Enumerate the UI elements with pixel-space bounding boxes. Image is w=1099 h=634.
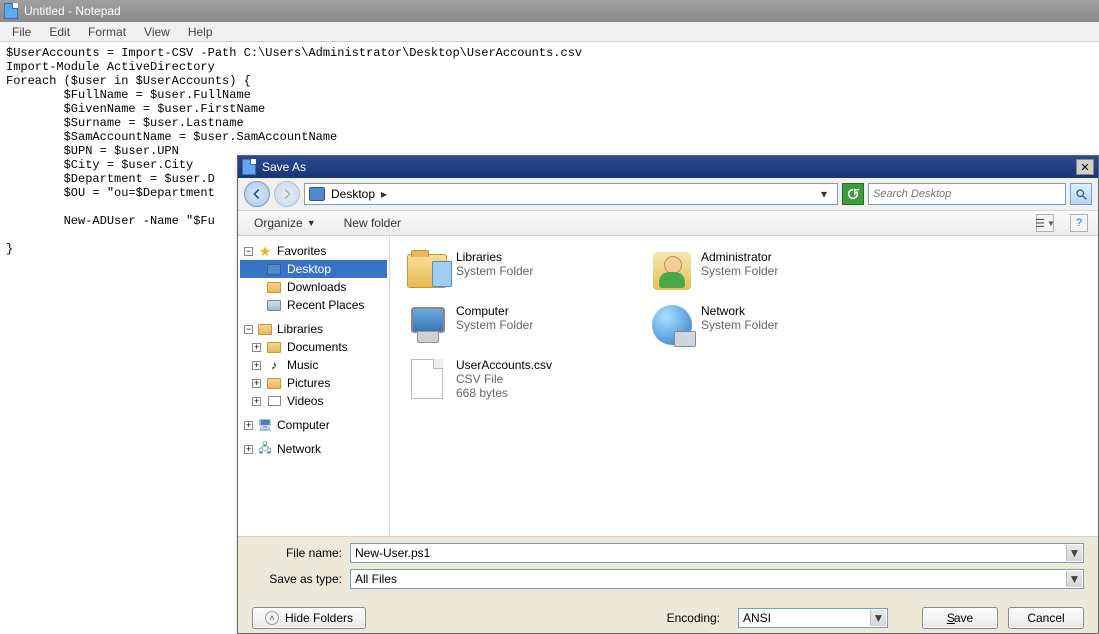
chevron-right-icon[interactable]: ▸ <box>381 187 393 201</box>
hide-folders-button[interactable]: ˄ Hide Folders <box>252 607 366 629</box>
list-item[interactable]: LibrariesSystem Folder <box>402 244 647 298</box>
notepad-app-icon <box>4 3 18 19</box>
dialog-title: Save As <box>262 160 306 174</box>
computer-icon <box>406 304 448 346</box>
new-folder-button[interactable]: New folder <box>338 214 407 232</box>
forward-button[interactable] <box>274 181 300 207</box>
expand-icon[interactable]: + <box>252 343 261 352</box>
chevron-down-icon[interactable]: ▼ <box>1066 571 1082 587</box>
bottom-panel: File name: New-User.ps1 ▼ Save as type: … <box>238 536 1098 633</box>
documents-icon <box>266 340 282 354</box>
dialog-icon <box>242 159 256 175</box>
chevron-down-icon: ▼ <box>1047 219 1055 228</box>
network-icon <box>651 304 693 346</box>
toolbar: Organize▼ New folder ☰▼ ? <box>238 210 1098 236</box>
network-icon: 🖧 <box>257 442 273 456</box>
sidebar-computer-header[interactable]: + 🖥 Computer <box>240 416 387 434</box>
sidebar-item-videos[interactable]: +Videos <box>240 392 387 410</box>
expand-icon[interactable]: + <box>252 361 261 370</box>
expand-icon[interactable]: + <box>244 421 253 430</box>
folder-icon <box>266 280 282 294</box>
list-item[interactable]: UserAccounts.csvCSV File668 bytes <box>402 352 647 406</box>
chevron-down-icon[interactable]: ▼ <box>870 610 886 626</box>
help-button[interactable]: ? <box>1070 214 1088 232</box>
expand-icon[interactable]: + <box>252 397 261 406</box>
expand-icon[interactable]: + <box>244 445 253 454</box>
menu-edit[interactable]: Edit <box>41 23 78 41</box>
collapse-icon[interactable]: − <box>244 247 253 256</box>
refresh-button[interactable] <box>842 183 864 205</box>
encoding-field[interactable]: ANSI ▼ <box>738 608 888 628</box>
dialog-titlebar[interactable]: Save As ✕ <box>238 156 1098 178</box>
menu-file[interactable]: File <box>4 23 39 41</box>
search-input[interactable] <box>869 188 1065 200</box>
sidebar-item-documents[interactable]: +Documents <box>240 338 387 356</box>
notepad-titlebar[interactable]: Untitled - Notepad <box>0 0 1099 22</box>
list-item[interactable]: ComputerSystem Folder <box>402 298 647 352</box>
chevron-down-icon[interactable]: ▼ <box>1066 545 1082 561</box>
refresh-icon <box>846 187 860 201</box>
nav-row: Desktop ▸ ▾ <box>238 178 1098 210</box>
search-icon <box>1075 188 1088 201</box>
file-name-label: File name: <box>252 546 350 560</box>
save-button[interactable]: Save <box>922 607 998 629</box>
list-item[interactable]: NetworkSystem Folder <box>647 298 892 352</box>
notepad-title: Untitled - Notepad <box>24 4 121 18</box>
notepad-menubar: File Edit Format View Help <box>0 22 1099 42</box>
close-button[interactable]: ✕ <box>1076 159 1094 175</box>
chevron-down-icon: ▼ <box>307 218 316 228</box>
arrow-right-icon <box>280 187 294 201</box>
back-button[interactable] <box>244 181 270 207</box>
address-bar[interactable]: Desktop ▸ ▾ <box>304 183 838 205</box>
save-as-dialog: Save As ✕ Desktop ▸ ▾ Organize▼ <box>237 155 1099 634</box>
sidebar-favorites-header[interactable]: − ★ Favorites <box>240 242 387 260</box>
chevron-down-icon[interactable]: ▾ <box>821 187 833 201</box>
file-name-field[interactable]: New-User.ps1 ▼ <box>350 543 1084 563</box>
recent-icon <box>266 298 282 312</box>
sidebar-network-header[interactable]: + 🖧 Network <box>240 440 387 458</box>
sidebar-item-recent-places[interactable]: Recent Places <box>240 296 387 314</box>
sidebar: − ★ Favorites Desktop Downloads Recent P… <box>238 236 390 536</box>
chevron-up-icon: ˄ <box>265 611 279 625</box>
desktop-icon <box>309 187 325 201</box>
videos-icon <box>266 394 282 408</box>
libraries-icon <box>406 250 448 292</box>
desktop-icon <box>266 262 282 276</box>
computer-icon: 🖥 <box>257 418 273 432</box>
encoding-label: Encoding: <box>667 611 728 625</box>
pictures-icon <box>266 376 282 390</box>
search-box[interactable] <box>868 183 1066 205</box>
menu-view[interactable]: View <box>136 23 178 41</box>
star-icon: ★ <box>257 244 273 258</box>
sidebar-item-pictures[interactable]: +Pictures <box>240 374 387 392</box>
list-item[interactable]: AdministratorSystem Folder <box>647 244 892 298</box>
file-icon <box>406 358 448 400</box>
sidebar-item-desktop[interactable]: Desktop <box>240 260 387 278</box>
save-as-type-label: Save as type: <box>252 572 350 586</box>
file-list[interactable]: LibrariesSystem Folder AdministratorSyst… <box>390 236 1098 536</box>
view-options-button[interactable]: ☰▼ <box>1036 214 1054 232</box>
menu-format[interactable]: Format <box>80 23 134 41</box>
arrow-left-icon <box>250 187 264 201</box>
address-location: Desktop <box>331 187 375 201</box>
sidebar-item-downloads[interactable]: Downloads <box>240 278 387 296</box>
search-button[interactable] <box>1070 183 1092 205</box>
organize-button[interactable]: Organize▼ <box>248 214 322 232</box>
menu-help[interactable]: Help <box>180 23 221 41</box>
save-as-type-field[interactable]: All Files ▼ <box>350 569 1084 589</box>
libraries-icon <box>257 322 273 336</box>
collapse-icon[interactable]: − <box>244 325 253 334</box>
sidebar-libraries-header[interactable]: − Libraries <box>240 320 387 338</box>
sidebar-item-music[interactable]: +♪Music <box>240 356 387 374</box>
cancel-button[interactable]: Cancel <box>1008 607 1084 629</box>
user-icon <box>651 250 693 292</box>
expand-icon[interactable]: + <box>252 379 261 388</box>
music-icon: ♪ <box>266 358 282 372</box>
